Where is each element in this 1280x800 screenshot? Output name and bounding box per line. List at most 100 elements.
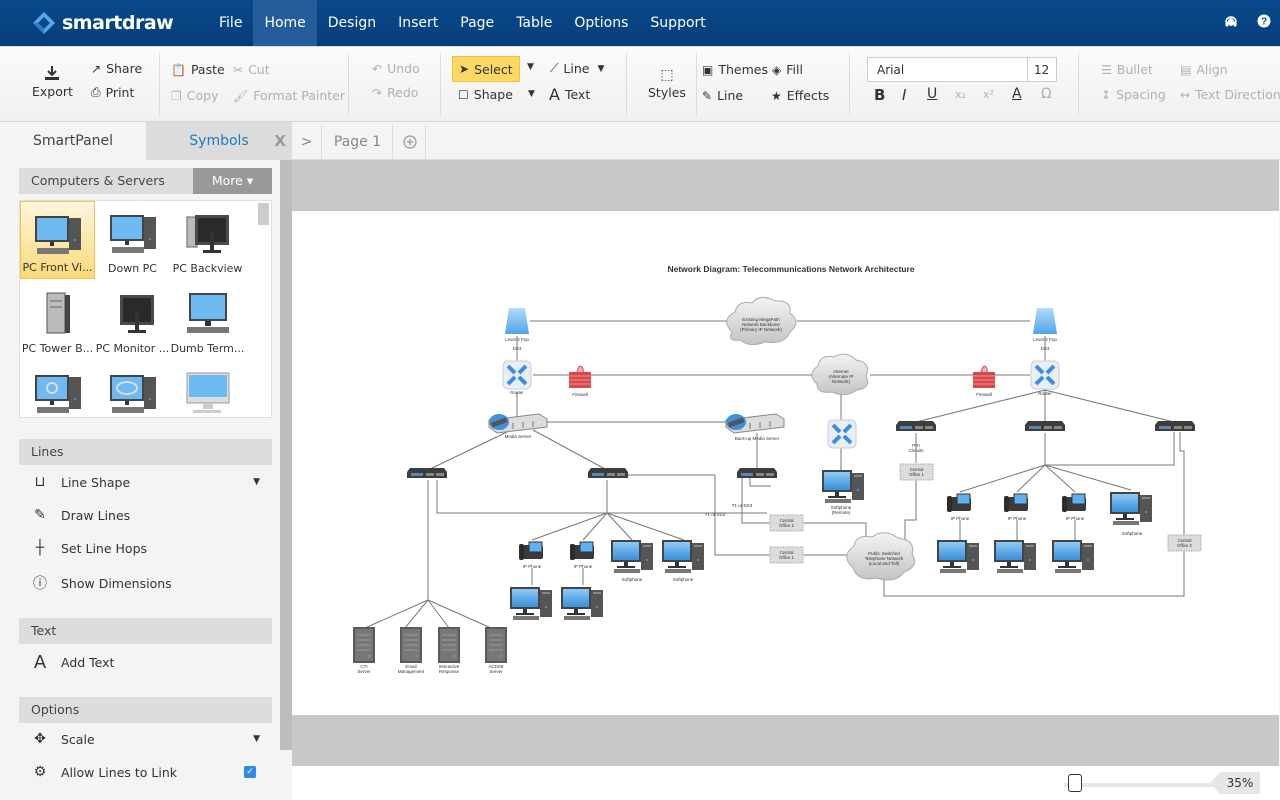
effects-button[interactable]: ★ Effects: [771, 88, 829, 103]
show-dimensions-item[interactable]: ⓘ Show Dimensions: [30, 573, 260, 593]
firewall-right[interactable]: [972, 365, 996, 389]
smartdraw-logo[interactable]: smartdraw: [32, 11, 208, 35]
symbol-item-8[interactable]: [170, 361, 245, 417]
phone-pc-links[interactable]: [531, 568, 584, 585]
ip-phone[interactable]: [1003, 493, 1029, 513]
allow-lines-to-link-item[interactable]: ⚙ Allow Lines to Link ✓: [30, 764, 260, 780]
shape-button[interactable]: ☐ Shape: [458, 87, 513, 102]
set-line-hops-item[interactable]: ┼ Set Line Hops: [30, 540, 260, 556]
export-button[interactable]: Export: [32, 65, 73, 99]
symbol-pc-monitor[interactable]: PC Monitor ...: [95, 281, 170, 359]
menu-insert[interactable]: Insert: [387, 0, 449, 46]
help-icon[interactable]: ?: [1247, 14, 1280, 32]
phone-fan-links[interactable]: [531, 512, 685, 541]
line-style-button[interactable]: ✎ Line: [702, 88, 743, 103]
server-3[interactable]: [484, 626, 508, 664]
themes-button[interactable]: ▣ Themes: [702, 62, 768, 77]
close-panel-button[interactable]: X: [274, 122, 286, 160]
font-size-input[interactable]: 12: [1028, 58, 1056, 81]
format-painter-button[interactable]: 🖌 Format Painter: [233, 88, 345, 103]
text-button[interactable]: A Text: [549, 85, 590, 104]
print-button[interactable]: ⎙ Print: [91, 85, 134, 100]
expand-pages-button[interactable]: >: [292, 125, 322, 160]
canvas-area[interactable]: Network Diagram: Telecommunications Netw…: [292, 160, 1279, 766]
menu-home[interactable]: Home: [253, 0, 317, 46]
symbol-button[interactable]: Ω: [1041, 86, 1052, 102]
font-name-input[interactable]: Arial: [868, 58, 1028, 81]
align-button[interactable]: ▤ Align: [1180, 62, 1228, 77]
t1-links[interactable]: [741, 478, 771, 524]
tab-symbols[interactable]: Symbols X: [146, 122, 292, 160]
shape-dropdown[interactable]: ▼: [528, 89, 535, 99]
backup-media-server[interactable]: [725, 413, 785, 434]
switch[interactable]: [1025, 421, 1065, 431]
ip-phone[interactable]: [518, 541, 544, 561]
desktop-pc[interactable]: [994, 540, 1036, 573]
bullet-button[interactable]: ☰ Bullet: [1101, 62, 1153, 77]
diagram-title[interactable]: Network Diagram: Telecommunications Netw…: [667, 264, 914, 274]
menu-support[interactable]: Support: [639, 0, 716, 46]
firewall-left[interactable]: [568, 365, 592, 389]
router-links[interactable]: [516, 392, 842, 470]
menu-page[interactable]: Page: [449, 0, 505, 46]
server-0[interactable]: [352, 626, 376, 664]
line-shape-item[interactable]: ⊔ Line Shape ▼: [30, 474, 260, 490]
switch[interactable]: [896, 421, 936, 431]
copy-button[interactable]: ❐ Copy: [171, 88, 218, 103]
softphone-pc[interactable]: [662, 540, 704, 573]
underline-button[interactable]: U: [927, 86, 937, 102]
menu-table[interactable]: Table: [505, 0, 563, 46]
right-phone-pc-links[interactable]: [959, 520, 1076, 540]
font-color-button[interactable]: A: [1012, 86, 1022, 102]
undo-button[interactable]: ↶ Undo: [372, 61, 420, 76]
media-switch-links[interactable]: [427, 429, 758, 471]
subscript-button[interactable]: x₂: [955, 88, 966, 101]
font-selector[interactable]: Arial 12: [867, 57, 1057, 82]
softphone-pc[interactable]: [1110, 492, 1152, 525]
share-button[interactable]: ↗ Share: [91, 61, 142, 76]
server-1[interactable]: [399, 626, 423, 664]
bold-button[interactable]: B: [874, 86, 885, 104]
line-button[interactable]: ⟋ Line ▼: [550, 61, 604, 76]
spacing-button[interactable]: ↕ Spacing: [1101, 87, 1166, 102]
symbol-pc-tower-b[interactable]: PC Tower B...: [20, 281, 95, 359]
scale-item[interactable]: ✥ Scale ▼: [30, 731, 260, 747]
softphone-remote[interactable]: [822, 470, 864, 503]
headset-icon[interactable]: [1214, 14, 1247, 32]
draw-lines-item[interactable]: ✎ Draw Lines: [30, 507, 260, 523]
add-text-item[interactable]: A Add Text: [30, 652, 260, 673]
router-right[interactable]: [1029, 359, 1061, 391]
diagram-page[interactable]: Network Diagram: Telecommunications Netw…: [292, 211, 1279, 715]
switch[interactable]: [407, 468, 447, 478]
italic-button[interactable]: I: [902, 86, 906, 104]
ip-phone[interactable]: [1061, 493, 1087, 513]
menu-options[interactable]: Options: [563, 0, 639, 46]
paste-button[interactable]: 📋 Paste: [171, 62, 225, 77]
symbol-dumb-term[interactable]: Dumb Term...: [170, 281, 245, 359]
superscript-button[interactable]: x²: [983, 88, 994, 101]
switch[interactable]: [737, 468, 777, 478]
level3-pop-left[interactable]: [505, 308, 529, 334]
more-libraries-button[interactable]: More ▾: [193, 168, 272, 194]
allow-lines-checkbox[interactable]: ✓: [244, 766, 256, 778]
network-diagram[interactable]: Network Diagram: Telecommunications Netw…: [292, 211, 1279, 715]
panel-scrollbar[interactable]: [280, 160, 292, 750]
right-fan-links[interactable]: [959, 432, 1175, 493]
switch[interactable]: [588, 468, 628, 478]
symbols-scrollbar[interactable]: [258, 203, 269, 225]
zoom-slider-handle[interactable]: [1068, 774, 1082, 792]
desktop-pc[interactable]: [510, 587, 552, 620]
fill-button[interactable]: ◈ Fill: [772, 62, 803, 77]
redo-button[interactable]: ↷ Redo: [372, 85, 418, 100]
router-remote[interactable]: [826, 418, 858, 450]
desktop-pc[interactable]: [1052, 540, 1094, 573]
text-direction-button[interactable]: ↔ Text Direction: [1180, 87, 1280, 102]
server-fan-links[interactable]: [364, 599, 492, 629]
desktop-pc[interactable]: [561, 587, 603, 620]
symbol-down-pc[interactable]: Down PC: [95, 201, 170, 279]
softphone-pc[interactable]: [611, 540, 653, 573]
styles-button[interactable]: ⬚ Styles: [648, 67, 686, 100]
desktop-pc[interactable]: [937, 540, 979, 573]
ip-phone[interactable]: [569, 541, 595, 561]
tab-page-1[interactable]: Page 1: [323, 125, 393, 160]
